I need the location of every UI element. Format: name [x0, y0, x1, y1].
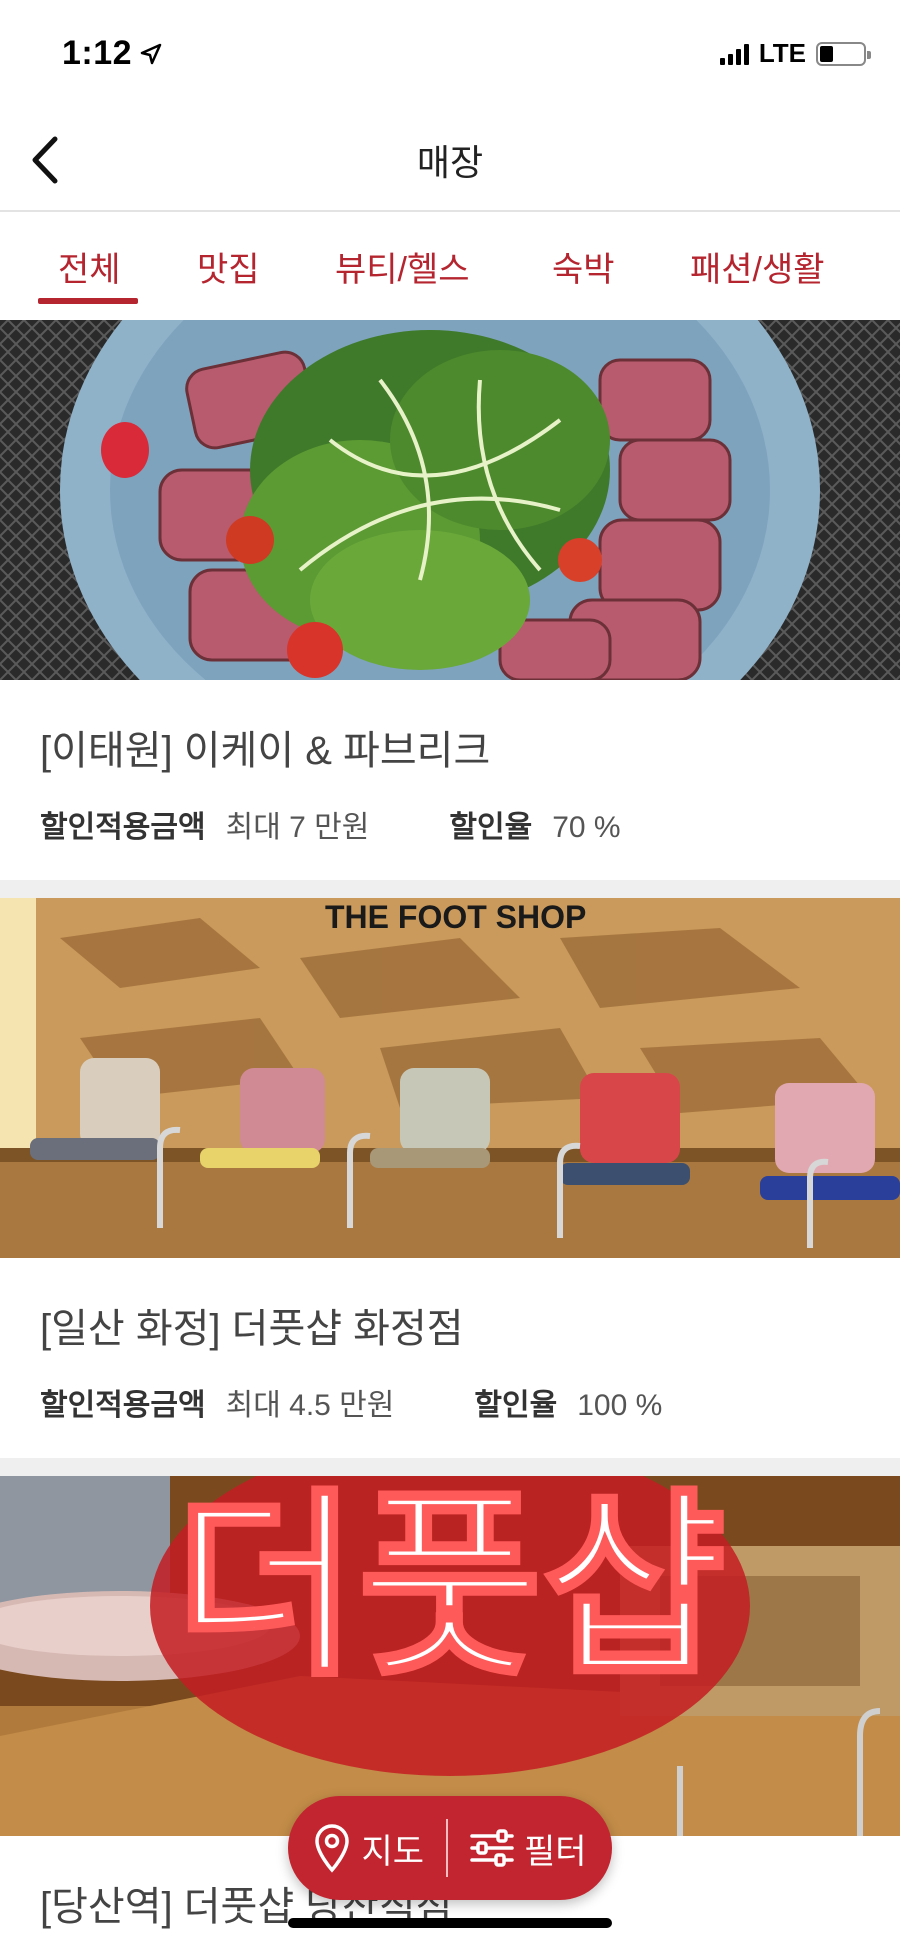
discount-rate-value: 70 % [552, 811, 621, 844]
store-image-foot-shop: THE FOOT SHOP [0, 898, 900, 1258]
status-bar: 1:12 LTE [0, 0, 900, 110]
active-tab-indicator [38, 298, 138, 304]
signal-icon [719, 43, 749, 65]
store-name: [일산 화정] 더풋샵 화정점 [40, 1307, 464, 1351]
location-arrow-icon [140, 43, 162, 64]
status-time: 1:12 [62, 34, 162, 73]
network-type: LTE [758, 38, 806, 68]
tab-all[interactable]: 전체 [58, 242, 121, 291]
discount-amount-value: 최대 7 만원 [225, 811, 370, 844]
discount-info: 할인적용금액 최대 7 만원 할인율 70 % [40, 802, 621, 846]
tab-fashion-life[interactable]: 패션/생활 [690, 242, 825, 291]
discount-amount-value: 최대 4.5 만원 [225, 1389, 395, 1422]
foot-shop-sign: THE FOOT SHOP [325, 899, 586, 935]
home-indicator [288, 1918, 612, 1928]
battery-icon [816, 41, 871, 66]
filter-button[interactable]: 필터 [448, 1824, 609, 1873]
discount-info: 할인적용금액 최대 4.5 만원 할인율 100 % [40, 1380, 662, 1424]
card-separator [0, 880, 900, 898]
store-image-foot-shop-2: 더풋샵 [0, 1476, 900, 1836]
card-separator [0, 1458, 900, 1476]
category-tabs: 전체 맛집 뷰티/헬스 숙박 패션/생활 [0, 212, 900, 312]
store-image-salad [0, 320, 900, 680]
filter-sliders-icon [470, 1829, 514, 1867]
tab-beauty-health[interactable]: 뷰티/헬스 [335, 242, 470, 291]
page-title: 매장 [416, 142, 484, 183]
filter-label: 필터 [524, 1832, 587, 1871]
store-name: [이태원] 이케이 & 파브리크 [40, 729, 491, 773]
map-label: 지도 [361, 1832, 424, 1871]
discount-rate-label: 할인율 [474, 1389, 558, 1422]
discount-amount-label: 할인적용금액 [40, 1389, 206, 1422]
store-card[interactable]: THE FOOT SHOP [일산 화정] 더풋샵 화정점 할인적용금액 최대 … [0, 898, 900, 1458]
store-card[interactable]: [이태원] 이케이 & 파브리크 할인적용금액 최대 7 만원 할인율 70 % [0, 320, 900, 880]
discount-rate-label: 할인율 [449, 811, 533, 844]
map-pin-icon [315, 1824, 350, 1873]
map-button[interactable]: 지도 [291, 1823, 446, 1873]
foot-shop-korean-sign: 더풋샵 [174, 1476, 726, 1704]
discount-rate-value: 100 % [577, 1389, 663, 1422]
discount-amount-label: 할인적용금액 [40, 811, 206, 844]
status-time-text: 1:12 [62, 34, 133, 72]
status-indicators: LTE [719, 38, 871, 69]
tab-restaurants[interactable]: 맛집 [197, 242, 260, 291]
tab-lodging[interactable]: 숙박 [552, 242, 615, 291]
nav-bar: 매장 [0, 110, 900, 212]
map-filter-fab: 지도 필터 [288, 1796, 612, 1900]
